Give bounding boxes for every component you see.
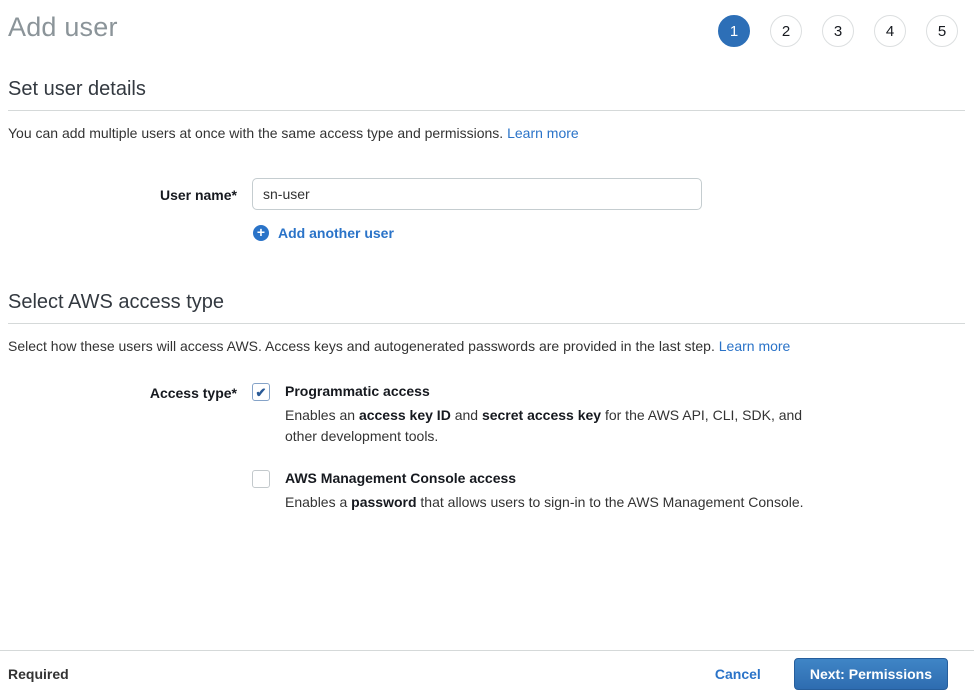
console-access-title: AWS Management Console access (285, 470, 804, 487)
desc-bold: access key ID (359, 407, 451, 423)
user-name-label: User name* (8, 178, 237, 241)
next-permissions-button[interactable]: Next: Permissions (794, 658, 948, 690)
step-1: 1 (718, 15, 750, 47)
step-2-label: 2 (782, 23, 790, 40)
select-access-type-section: Select AWS access type Select how these … (0, 291, 974, 513)
option-console-access: ✔ AWS Management Console access Enables … (252, 470, 813, 513)
option-programmatic-access: ✔ Programmatic access Enables an access … (252, 383, 813, 447)
user-name-row: User name* + Add another user (8, 178, 965, 241)
page-header: Add user 1 2 3 4 5 (0, 0, 974, 47)
desc-text: Enables a (285, 494, 351, 510)
user-details-description: You can add multiple users at once with … (8, 125, 965, 142)
plus-icon: + (253, 225, 269, 241)
access-type-description-text: Select how these users will access AWS. … (8, 338, 715, 354)
step-3: 3 (822, 15, 854, 47)
add-another-user-label: Add another user (278, 225, 394, 241)
step-indicator: 1 2 3 4 5 (718, 15, 958, 47)
user-details-description-text: You can add multiple users at once with … (8, 125, 503, 141)
user-name-input[interactable] (252, 178, 702, 210)
desc-bold: password (351, 494, 416, 510)
user-details-heading: Set user details (8, 78, 965, 111)
desc-text: and (451, 407, 482, 423)
console-access-desc: Enables a password that allows users to … (285, 492, 804, 513)
learn-more-link-access-type[interactable]: Learn more (719, 338, 791, 354)
desc-text: Enables an (285, 407, 359, 423)
step-2: 2 (770, 15, 802, 47)
add-user-page: Add user 1 2 3 4 5 Set user details You … (0, 0, 974, 697)
page-title: Add user (8, 10, 118, 44)
step-5-label: 5 (938, 23, 946, 40)
access-type-heading: Select AWS access type (8, 291, 965, 324)
cancel-button[interactable]: Cancel (715, 666, 761, 682)
console-access-checkbox[interactable]: ✔ (252, 470, 270, 488)
step-3-label: 3 (834, 23, 842, 40)
access-type-label: Access type* (8, 383, 237, 513)
learn-more-link-user-details[interactable]: Learn more (507, 125, 579, 141)
desc-text: that allows users to sign-in to the AWS … (417, 494, 804, 510)
set-user-details-section: Set user details You can add multiple us… (0, 78, 974, 241)
wizard-footer: Required Cancel Next: Permissions (0, 650, 974, 697)
step-4: 4 (874, 15, 906, 47)
required-note: Required (8, 666, 69, 682)
add-another-user-button[interactable]: + Add another user (253, 225, 702, 241)
step-1-label: 1 (730, 23, 738, 40)
programmatic-access-title: Programmatic access (285, 383, 813, 400)
step-4-label: 4 (886, 23, 894, 40)
step-5: 5 (926, 15, 958, 47)
desc-bold: secret access key (482, 407, 601, 423)
access-type-description: Select how these users will access AWS. … (8, 338, 965, 355)
access-type-row: Access type* ✔ Programmatic access Enabl… (8, 383, 965, 513)
check-icon: ✔ (256, 386, 267, 399)
programmatic-access-checkbox[interactable]: ✔ (252, 383, 270, 401)
programmatic-access-desc: Enables an access key ID and secret acce… (285, 405, 813, 447)
